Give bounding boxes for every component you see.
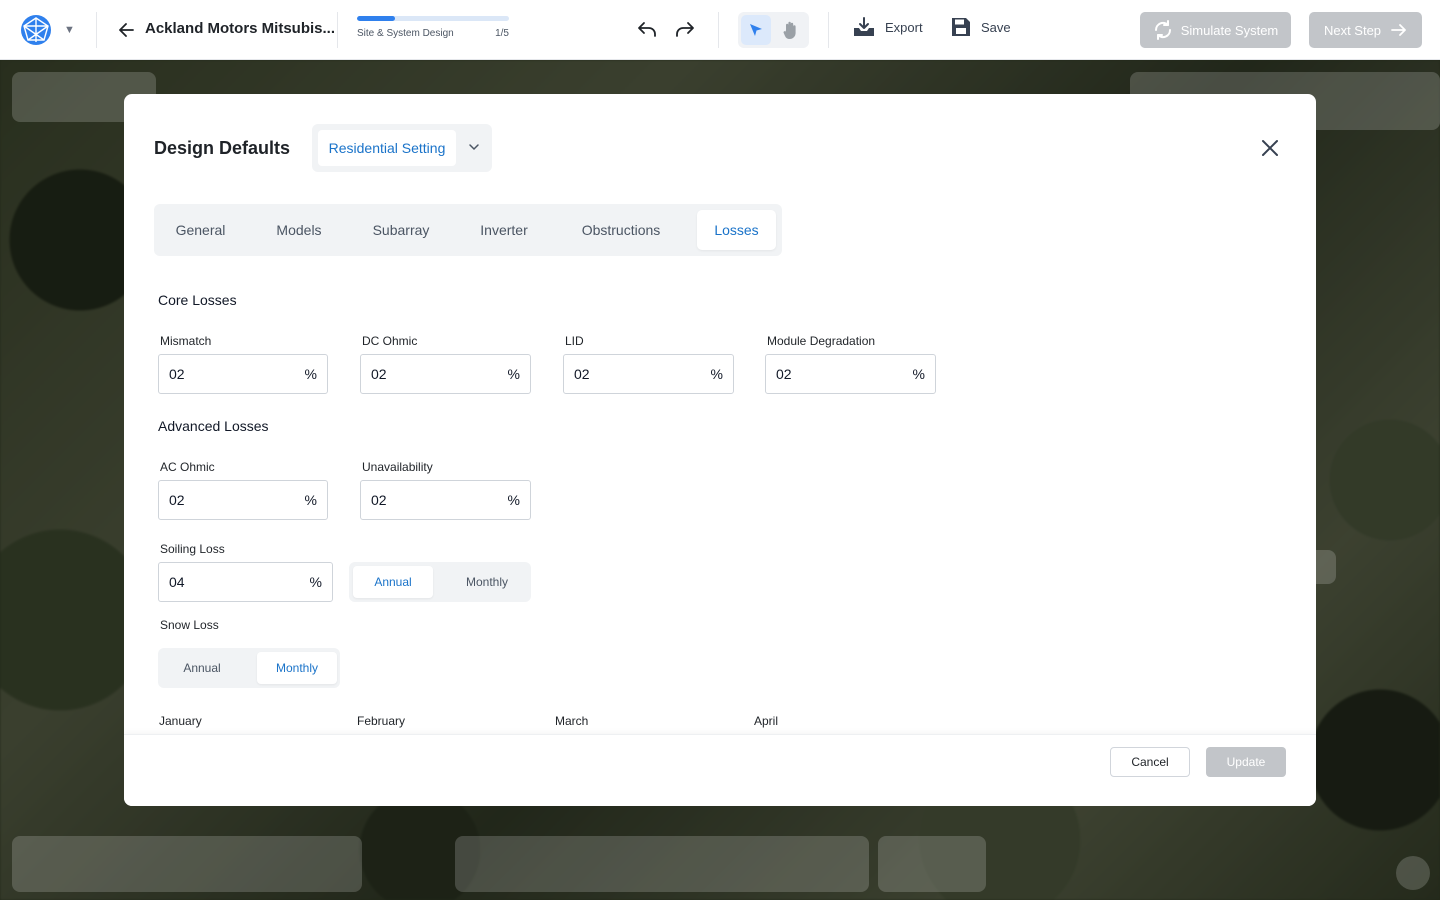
lid-input[interactable]: 02 % [563, 354, 734, 394]
chevron-down-icon [469, 144, 479, 151]
unavailability-input[interactable]: 02 % [360, 480, 531, 520]
month-label-march: March [555, 714, 589, 728]
module-degradation-label: Module Degradation [767, 334, 876, 348]
export-label: Export [885, 19, 923, 35]
app-menu[interactable]: ▼ [18, 12, 75, 48]
undo-icon [638, 22, 656, 37]
redo-button[interactable] [673, 17, 697, 41]
tab-general[interactable]: General [154, 210, 247, 250]
cursor-arrow-icon [750, 24, 762, 36]
snow-annual-option[interactable]: Annual [162, 652, 242, 684]
bottom-center-toolbar [455, 836, 869, 892]
setting-dropdown[interactable]: Residential Setting [312, 124, 492, 172]
percent-unit: % [507, 366, 520, 382]
step-progress: Site & System Design 1/5 [357, 16, 509, 39]
lid-label: LID [565, 334, 584, 348]
save-label: Save [981, 19, 1011, 35]
soiling-loss-input[interactable]: 04 % [158, 562, 333, 602]
soiling-period-toggle: Annual Monthly [349, 562, 531, 602]
lid-value: 02 [574, 366, 590, 382]
design-defaults-modal: Design Defaults Residential Setting Gene… [124, 94, 1316, 806]
chevron-down-icon: ▼ [64, 24, 75, 36]
dc-ohmic-input[interactable]: 02 % [360, 354, 531, 394]
advanced-losses-heading: Advanced Losses [158, 418, 269, 434]
next-step-button[interactable]: Next Step [1309, 12, 1422, 48]
tab-subarray[interactable]: Subarray [351, 210, 451, 250]
soiling-annual-option[interactable]: Annual [353, 566, 433, 598]
modal-title: Design Defaults [154, 138, 291, 158]
tab-inverter[interactable]: Inverter [461, 210, 547, 250]
project-title: Ackland Motors Mitsubis... [145, 20, 336, 37]
simulate-system-button[interactable]: Simulate System [1140, 12, 1291, 48]
redo-icon [676, 22, 694, 37]
soiling-loss-label: Soiling Loss [160, 542, 225, 556]
bottom-left-toolbar [12, 836, 362, 892]
month-label-january: January [159, 714, 202, 728]
setting-value: Residential Setting [318, 130, 456, 166]
modal-footer: Cancel Update [124, 734, 1316, 806]
simulate-label: Simulate System [1180, 22, 1279, 38]
update-button[interactable]: Update [1206, 747, 1286, 777]
snow-monthly-option[interactable]: Monthly [257, 652, 337, 684]
tab-losses[interactable]: Losses [697, 210, 776, 250]
progress-fill [357, 16, 395, 21]
arrow-right-icon [1391, 24, 1406, 36]
progress-label: Site & System Design [357, 28, 454, 39]
percent-unit: % [912, 366, 925, 382]
close-icon[interactable] [1260, 138, 1280, 158]
progress-track [357, 16, 509, 21]
core-losses-heading: Core Losses [158, 292, 237, 308]
percent-unit: % [304, 492, 317, 508]
month-label-april: April [754, 714, 779, 728]
ac-ohmic-value: 02 [169, 492, 185, 508]
refresh-icon [1154, 20, 1171, 40]
mismatch-input[interactable]: 02 % [158, 354, 328, 394]
divider [96, 12, 97, 48]
cancel-button[interactable]: Cancel [1110, 747, 1190, 777]
undo-button[interactable] [635, 17, 659, 41]
select-tool-button[interactable] [741, 15, 771, 45]
next-step-label: Next Step [1323, 22, 1382, 38]
snow-period-toggle: Annual Monthly [158, 648, 340, 688]
dc-ohmic-value: 02 [371, 366, 387, 382]
settings-tabs: General Models Subarray Inverter Obstruc… [154, 204, 782, 256]
mismatch-value: 02 [169, 366, 185, 382]
soiling-monthly-option[interactable]: Monthly [445, 566, 529, 598]
ac-ohmic-input[interactable]: 02 % [158, 480, 328, 520]
progress-step: 1/5 [495, 28, 509, 39]
ai-assistant-panel [878, 836, 986, 892]
hand-icon [783, 21, 796, 40]
tool-group [738, 12, 809, 48]
unavailability-value: 02 [371, 492, 387, 508]
download-icon [854, 17, 874, 36]
ac-ohmic-label: AC Ohmic [160, 460, 215, 474]
help-icon [1396, 856, 1430, 890]
divider [828, 12, 829, 48]
back-arrow-icon[interactable] [116, 19, 136, 41]
percent-unit: % [304, 366, 317, 382]
top-bar: ▼ Ackland Motors Mitsubis... Site & Syst… [0, 0, 1440, 60]
unavailability-label: Unavailability [362, 460, 433, 474]
soiling-loss-value: 04 [169, 574, 185, 590]
save-button[interactable]: Save [951, 17, 1011, 37]
month-label-february: February [357, 714, 406, 728]
tab-obstructions[interactable]: Obstructions [557, 210, 685, 250]
tab-models[interactable]: Models [257, 210, 341, 250]
divider [718, 12, 719, 48]
mismatch-label: Mismatch [160, 334, 212, 348]
module-degradation-value: 02 [776, 366, 792, 382]
percent-unit: % [710, 366, 723, 382]
pan-tool-button[interactable] [776, 15, 806, 45]
dc-ohmic-label: DC Ohmic [362, 334, 418, 348]
snow-loss-label: Snow Loss [160, 618, 219, 632]
module-degradation-input[interactable]: 02 % [765, 354, 936, 394]
divider [337, 12, 338, 48]
logo-icon [21, 15, 51, 45]
percent-unit: % [507, 492, 520, 508]
floppy-disk-icon [952, 18, 970, 36]
export-button[interactable]: Export [853, 17, 923, 37]
percent-unit: % [309, 574, 322, 590]
